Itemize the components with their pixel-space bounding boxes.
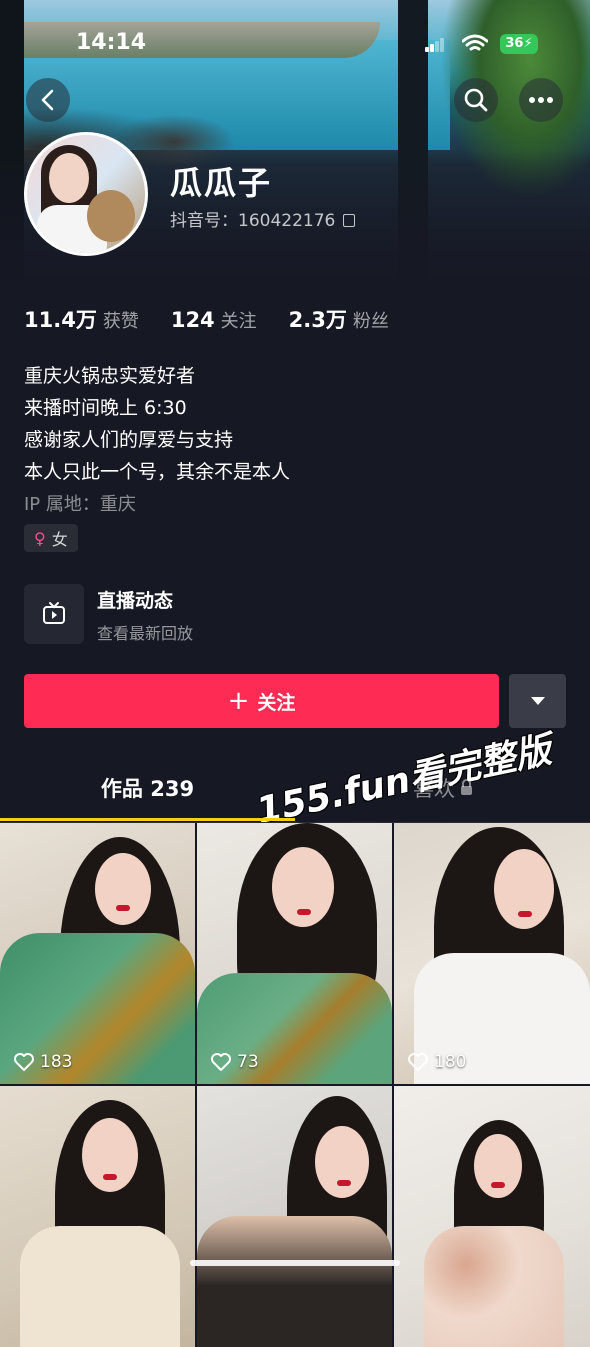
video-thumbnail[interactable] — [197, 1086, 392, 1347]
bio-line: 重庆火锅忠实爱好者 — [24, 365, 196, 387]
profile-bio: 重庆火锅忠实爱好者 来播时间晚上 6:30 感谢家人们的厚爱与支持 本人只此一个… — [24, 360, 290, 488]
status-bar: 14:14 36⚡ — [0, 28, 590, 62]
video-thumbnail[interactable]: 183 — [0, 823, 195, 1084]
video-likes: 180 — [408, 1052, 466, 1072]
tv-icon — [43, 602, 65, 624]
video-thumbnail[interactable]: 180 — [394, 823, 590, 1084]
lock-icon — [461, 779, 472, 795]
video-thumbnail[interactable]: 73 — [197, 823, 392, 1084]
live-replay-button[interactable] — [24, 584, 84, 644]
copy-icon[interactable] — [343, 214, 356, 227]
search-button[interactable] — [454, 78, 498, 122]
avatar[interactable] — [24, 132, 148, 256]
live-title[interactable]: 直播动态 — [97, 586, 173, 613]
back-button[interactable] — [26, 78, 70, 122]
caret-down-icon — [530, 697, 545, 705]
more-dots-icon — [529, 97, 553, 103]
plus-icon: + — [227, 686, 250, 716]
battery-icon: 36⚡ — [500, 34, 538, 54]
video-grid: 183 73 180 — [0, 823, 590, 1347]
ip-location: IP 属地：重庆 — [24, 494, 136, 515]
chevron-left-icon — [41, 89, 54, 111]
search-icon — [464, 88, 488, 112]
more-options-button[interactable] — [519, 78, 563, 122]
heart-icon — [14, 1053, 34, 1071]
content-tabs: 作品 239 喜欢 — [0, 756, 590, 823]
stat-followers[interactable]: 2.3万 粉丝 — [289, 304, 389, 334]
tab-likes-label: 喜欢 — [413, 777, 455, 801]
tab-works[interactable]: 作品 239 — [0, 756, 295, 820]
home-indicator[interactable] — [190, 1260, 400, 1266]
gender-tag: ♀ 女 — [24, 524, 78, 552]
douyin-id[interactable]: 抖音号：160422176 — [170, 206, 356, 231]
video-thumbnail[interactable] — [0, 1086, 195, 1347]
follow-button[interactable]: + 关注 — [24, 674, 499, 728]
tab-indicator — [0, 818, 295, 821]
heart-icon — [408, 1053, 428, 1071]
wifi-icon — [462, 34, 488, 51]
video-likes: 183 — [14, 1052, 72, 1072]
video-likes: 73 — [211, 1052, 259, 1072]
douyin-id-text: 抖音号：160422176 — [170, 211, 336, 231]
bio-line: 感谢家人们的厚爱与支持 — [24, 429, 234, 451]
tab-likes[interactable]: 喜欢 — [295, 756, 590, 820]
bio-line: 来播时间晚上 6:30 — [24, 397, 187, 419]
female-icon: ♀ — [34, 528, 46, 548]
live-subtitle: 查看最新回放 — [97, 624, 194, 643]
video-thumbnail[interactable] — [394, 1086, 590, 1347]
profile-stats: 11.4万 获赞 124 关注 2.3万 粉丝 — [24, 304, 389, 334]
status-time: 14:14 — [76, 30, 147, 55]
gender-label: 女 — [51, 530, 68, 549]
bio-line: 本人只此一个号，其余不是本人 — [24, 461, 291, 483]
stat-likes: 11.4万 获赞 — [24, 308, 139, 332]
follow-label: 关注 — [257, 691, 296, 714]
profile-panel: 11.4万 获赞 124 关注 2.3万 粉丝 重庆火锅忠实爱好者 来播时间晚上 6:… — [0, 280, 590, 1347]
recommend-dropdown-button[interactable] — [509, 674, 566, 728]
profile-name: 瓜瓜子 — [170, 164, 273, 202]
heart-icon — [211, 1053, 231, 1071]
stat-following[interactable]: 124 关注 — [171, 307, 257, 333]
signal-icon — [425, 38, 444, 52]
